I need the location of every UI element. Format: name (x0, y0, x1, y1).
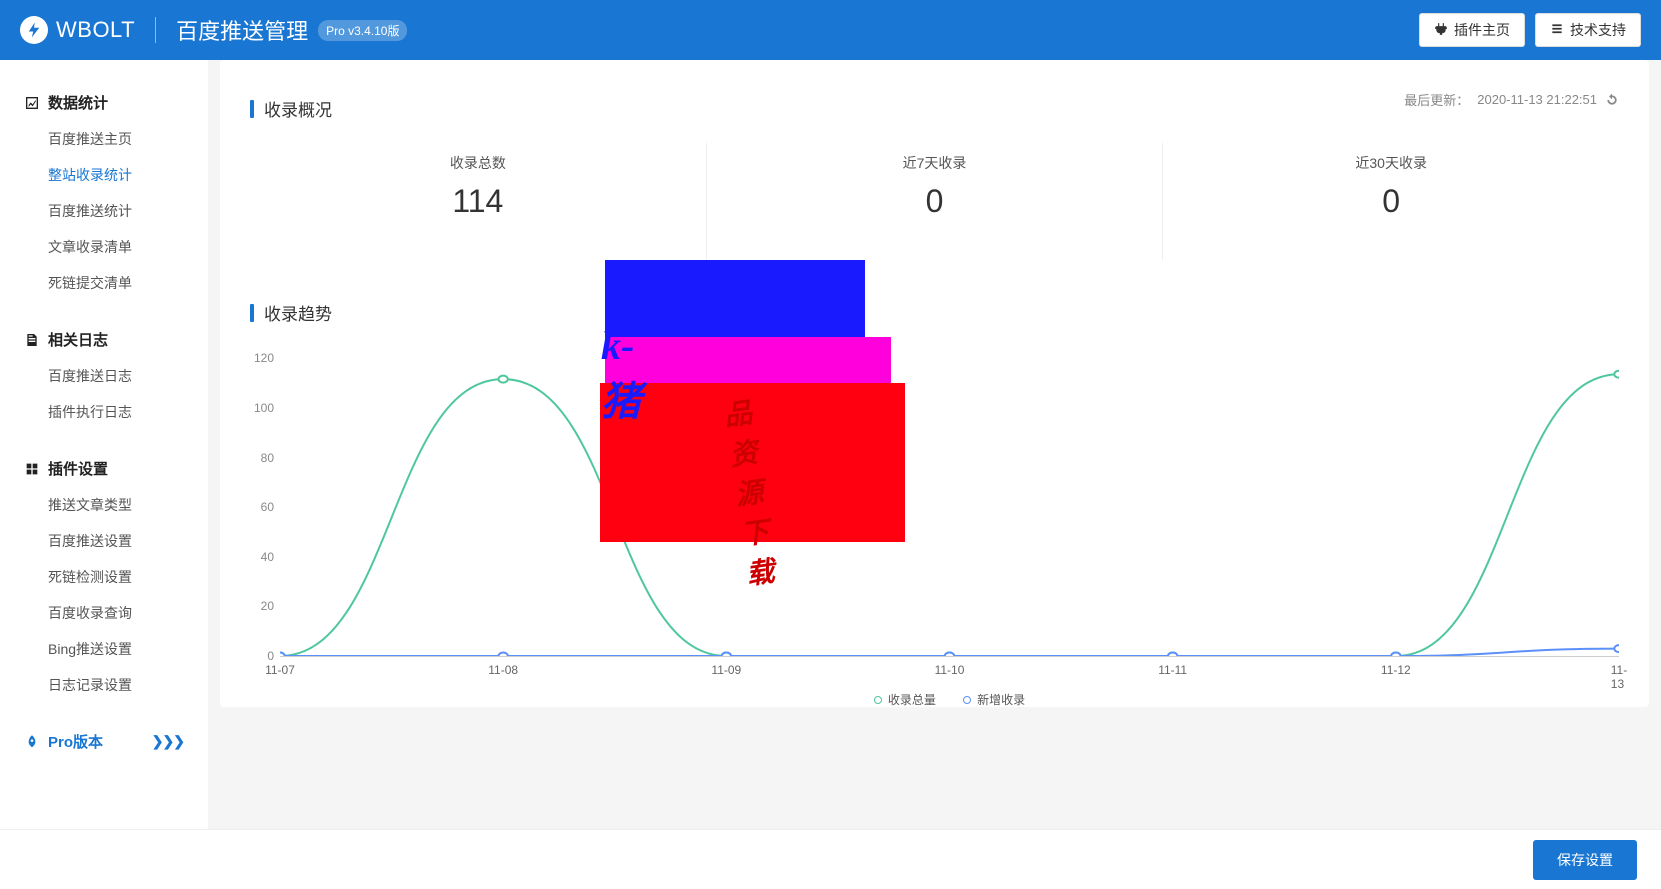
y-tick-label: 0 (267, 649, 274, 663)
top-divider (155, 17, 156, 43)
sidebar-item[interactable]: Bing推送设置 (0, 631, 208, 667)
doc-icon (24, 332, 40, 348)
y-tick-label: 60 (261, 500, 274, 514)
y-tick-label: 100 (254, 401, 274, 415)
x-tick-label: 11-09 (711, 663, 741, 677)
sidebar-item[interactable]: 百度推送日志 (0, 358, 208, 394)
x-tick-label: 11-11 (1158, 663, 1187, 677)
sidebar-item[interactable]: 死链检测设置 (0, 559, 208, 595)
list-icon (1550, 22, 1564, 39)
stat-cell: 收录总数 114 (250, 143, 707, 260)
title-bar-icon (250, 304, 254, 322)
sidebar-item[interactable]: 百度收录查询 (0, 595, 208, 631)
stat-cell: 近7天收录 0 (707, 143, 1164, 260)
refresh-icon[interactable] (1605, 93, 1619, 107)
x-tick-label: 11-07 (265, 663, 295, 677)
plug-icon (1434, 22, 1448, 39)
chart-icon (24, 95, 40, 111)
main-content: 收录概况 最后更新： 2020-11-13 21:22:51 收录总数114近7… (208, 60, 1661, 829)
sidebar-item[interactable]: 整站收录统计 (0, 157, 208, 193)
trend-section: 收录趋势 0 20 40 60 80 100 120 11-07 11-08 11-09 11-1… (250, 300, 1619, 707)
sidebar-group-stats: 数据统计 (0, 84, 208, 121)
y-tick-label: 20 (261, 599, 274, 613)
x-tick-label: 11-12 (1381, 663, 1411, 677)
x-tick-label: 11-08 (488, 663, 518, 677)
plugin-home-button[interactable]: 插件主页 (1419, 13, 1525, 47)
y-tick-label: 40 (261, 550, 274, 564)
footer-bar: 保存设置 (0, 829, 1661, 889)
sidebar-item[interactable]: 百度推送统计 (0, 193, 208, 229)
sidebar-item[interactable]: 百度推送设置 (0, 523, 208, 559)
version-badge: Pro v3.4.10版 (318, 20, 407, 41)
sidebar-group-logs: 相关日志 (0, 321, 208, 358)
chart: 0 20 40 60 80 100 120 11-07 11-08 11-09 11-10 11-1… (250, 347, 1619, 707)
rocket-icon (24, 734, 40, 750)
x-tick-label: 11-10 (935, 663, 965, 677)
last-update: 最后更新： 2020-11-13 21:22:51 (1404, 90, 1619, 109)
page-title: 百度推送管理 (176, 14, 308, 46)
grid-icon (24, 461, 40, 477)
tech-support-button[interactable]: 技术支持 (1535, 13, 1641, 47)
y-tick-label: 120 (254, 351, 274, 365)
title-bar-icon (250, 100, 254, 118)
stats-row: 收录总数114近7天收录0近30天收录0 (250, 143, 1619, 260)
sidebar: 数据统计 百度推送主页整站收录统计百度推送统计文章收录清单死链提交清单 相关日志… (0, 60, 208, 829)
sidebar-item[interactable]: 百度推送主页 (0, 121, 208, 157)
top-bar: WBOLT 百度推送管理 Pro v3.4.10版 插件主页 技术支持 (0, 0, 1661, 60)
stat-value: 0 (1163, 183, 1619, 220)
overview-card: 收录概况 最后更新： 2020-11-13 21:22:51 收录总数114近7… (220, 60, 1649, 707)
sidebar-item[interactable]: 插件执行日志 (0, 394, 208, 430)
sidebar-group-settings: 插件设置 (0, 450, 208, 487)
stat-label: 近7天收录 (707, 153, 1163, 173)
y-tick-label: 80 (261, 451, 274, 465)
stat-value: 114 (250, 183, 706, 220)
sidebar-item[interactable]: 推送文章类型 (0, 487, 208, 523)
x-tick-label: 11-13 (1611, 663, 1627, 691)
brand-text: WBOLT (56, 17, 135, 43)
stat-value: 0 (707, 183, 1163, 220)
save-button[interactable]: 保存设置 (1533, 840, 1637, 880)
stat-cell: 近30天收录 0 (1163, 143, 1619, 260)
sidebar-pro-link[interactable]: Pro版本 ❯❯❯ (0, 723, 208, 760)
stat-label: 收录总数 (250, 153, 706, 173)
sidebar-item[interactable]: 日志记录设置 (0, 667, 208, 703)
brand-block: WBOLT (20, 16, 135, 44)
bolt-logo-icon (20, 16, 48, 44)
trend-title: 收录趋势 (250, 300, 1619, 325)
chevron-right-icon: ❯❯❯ (152, 733, 184, 750)
sidebar-item[interactable]: 文章收录清单 (0, 229, 208, 265)
stat-label: 近30天收录 (1163, 153, 1619, 173)
sidebar-item[interactable]: 死链提交清单 (0, 265, 208, 301)
